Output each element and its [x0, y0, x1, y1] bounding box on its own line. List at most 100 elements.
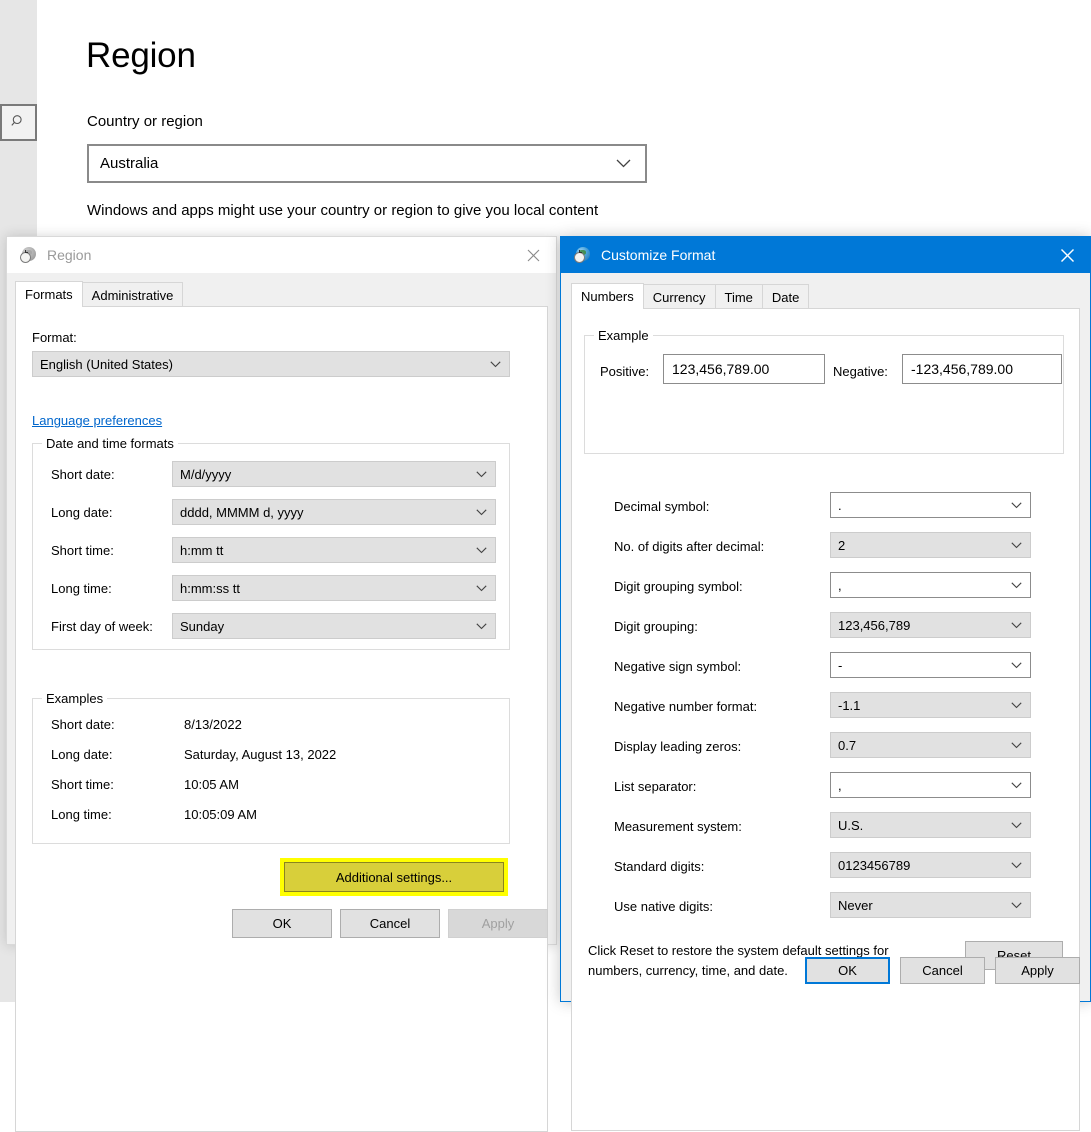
standard-digits-select[interactable]: 0123456789 — [830, 852, 1031, 878]
short-date-label: Short date: — [51, 467, 115, 482]
date-time-formats-group: Date and time formats Short date: M/d/yy… — [32, 436, 510, 650]
negative-sign-symbol-select[interactable]: - — [830, 652, 1031, 678]
example-long-date-label: Long date: — [51, 747, 113, 762]
negative-example-value: -123,456,789.00 — [911, 361, 1013, 377]
measurement-system-select[interactable]: U.S. — [830, 812, 1031, 838]
customize-format-title: Customize Format — [601, 247, 716, 263]
short-date-select[interactable]: M/d/yyyy — [172, 461, 496, 487]
tab-administrative-label: Administrative — [91, 287, 174, 303]
chevron-down-icon — [1011, 501, 1022, 509]
negative-number-format-label: Negative number format: — [614, 699, 758, 714]
negative-sign-symbol-label: Negative sign symbol: — [614, 659, 742, 674]
customize-tabstrip: Numbers Currency Time Date — [571, 283, 810, 309]
example-long-time-value: 10:05:09 AM — [184, 807, 257, 822]
customize-format-dialog: Customize Format Numbers Currency Time D… — [560, 236, 1091, 1131]
list-separator-select[interactable]: , — [830, 772, 1031, 798]
tab-numbers-label: Numbers — [581, 289, 634, 304]
long-date-label: Long date: — [51, 505, 113, 520]
examples-group-label: Examples — [42, 691, 108, 706]
first-day-of-week-select[interactable]: Sunday — [172, 613, 496, 639]
region-cancel-button[interactable]: Cancel — [340, 909, 440, 938]
additional-settings-label: Additional settings... — [335, 869, 453, 885]
decimal-symbol-select[interactable]: . — [830, 492, 1031, 518]
long-date-value: dddd, MMMM d, yyyy — [180, 504, 304, 520]
short-time-value: h:mm tt — [180, 542, 224, 558]
positive-label: Positive: — [600, 364, 650, 379]
chevron-down-icon — [1011, 541, 1022, 549]
measurement-system-label: Measurement system: — [614, 819, 742, 834]
digits-after-decimal-label: No. of digits after decimal: — [614, 539, 765, 554]
region-cancel-label: Cancel — [369, 916, 411, 931]
chevron-down-icon — [1011, 901, 1022, 909]
long-time-value: h:mm:ss tt — [180, 580, 240, 596]
tab-currency-label: Currency — [652, 289, 706, 305]
customize-cancel-button[interactable]: Cancel — [900, 957, 985, 984]
chevron-down-icon — [616, 159, 631, 168]
positive-example-value: 123,456,789.00 — [672, 361, 770, 377]
additional-settings-button[interactable]: Additional settings... — [280, 858, 508, 896]
short-time-label: Short time: — [51, 543, 114, 558]
example-short-date-label: Short date: — [51, 717, 115, 732]
negative-label: Negative: — [833, 364, 888, 379]
region-dialog-titlebar[interactable]: Region — [7, 237, 556, 273]
reset-description: Click Reset to restore the system defaul… — [588, 941, 948, 981]
close-icon[interactable] — [1045, 237, 1090, 273]
digits-after-decimal-select[interactable]: 2 — [830, 532, 1031, 558]
list-separator-value: , — [838, 777, 842, 793]
chevron-down-icon — [1011, 581, 1022, 589]
region-ok-button[interactable]: OK — [232, 909, 332, 938]
negative-sign-symbol-value: - — [838, 657, 843, 673]
standard-digits-value: 0123456789 — [838, 857, 911, 873]
tab-time[interactable]: Time — [714, 284, 763, 309]
example-short-time-value: 10:05 AM — [184, 777, 239, 792]
example-short-time-label: Short time: — [51, 777, 114, 792]
decimal-symbol-label: Decimal symbol: — [614, 499, 710, 514]
negative-example-field: -123,456,789.00 — [902, 354, 1062, 384]
positive-example-field: 123,456,789.00 — [663, 354, 825, 384]
first-day-of-week-value: Sunday — [180, 618, 225, 634]
page-title: Region — [86, 36, 196, 75]
close-icon[interactable] — [511, 237, 556, 273]
tab-currency[interactable]: Currency — [642, 284, 716, 309]
chevron-down-icon — [490, 360, 501, 368]
example-group: Example Positive: 123,456,789.00 Negativ… — [584, 328, 1064, 454]
region-tabstrip: Formats Administrative — [15, 281, 184, 307]
use-native-digits-select[interactable]: Never — [830, 892, 1031, 918]
negative-number-format-select[interactable]: -1.1 — [830, 692, 1031, 718]
examples-group: Examples Short date: 8/13/2022 Long date… — [32, 691, 510, 844]
standard-digits-label: Standard digits: — [614, 859, 705, 874]
reset-description-line1: Click Reset to restore the system defaul… — [588, 943, 889, 958]
search-icon — [11, 114, 26, 132]
chevron-down-icon — [476, 470, 487, 478]
format-label: Format: — [32, 330, 77, 345]
display-leading-zeros-label: Display leading zeros: — [614, 739, 742, 754]
customize-format-titlebar[interactable]: Customize Format — [561, 237, 1090, 273]
tab-formats[interactable]: Formats — [15, 281, 83, 307]
digit-grouping-select[interactable]: 123,456,789 — [830, 612, 1031, 638]
customize-cancel-label: Cancel — [922, 963, 963, 978]
format-select[interactable]: English (United States) — [32, 351, 510, 377]
short-time-select[interactable]: h:mm tt — [172, 537, 496, 563]
tab-numbers[interactable]: Numbers — [571, 283, 644, 309]
decimal-symbol-value: . — [838, 497, 842, 513]
digit-grouping-label: Digit grouping: — [614, 619, 698, 634]
chevron-down-icon — [1011, 741, 1022, 749]
short-date-value: M/d/yyyy — [180, 466, 232, 482]
country-or-region-select[interactable]: Australia — [87, 144, 647, 183]
chevron-down-icon — [476, 546, 487, 554]
long-date-select[interactable]: dddd, MMMM d, yyyy — [172, 499, 496, 525]
customize-ok-label: OK — [838, 963, 857, 978]
language-preferences-link[interactable]: Language preferences — [32, 413, 162, 428]
tab-date-label: Date — [771, 289, 800, 305]
customize-ok-button[interactable]: OK — [805, 957, 890, 984]
long-time-select[interactable]: h:mm:ss tt — [172, 575, 496, 601]
tab-administrative[interactable]: Administrative — [81, 282, 184, 307]
region-dialog-title: Region — [47, 247, 92, 263]
customize-apply-button[interactable]: Apply — [995, 957, 1080, 984]
settings-search-button[interactable] — [0, 104, 37, 141]
customize-apply-label: Apply — [1021, 963, 1054, 978]
display-leading-zeros-select[interactable]: 0.7 — [830, 732, 1031, 758]
digit-grouping-symbol-select[interactable]: , — [830, 572, 1031, 598]
reset-description-line2: numbers, currency, time, and date. — [588, 963, 788, 978]
tab-date[interactable]: Date — [761, 284, 810, 309]
